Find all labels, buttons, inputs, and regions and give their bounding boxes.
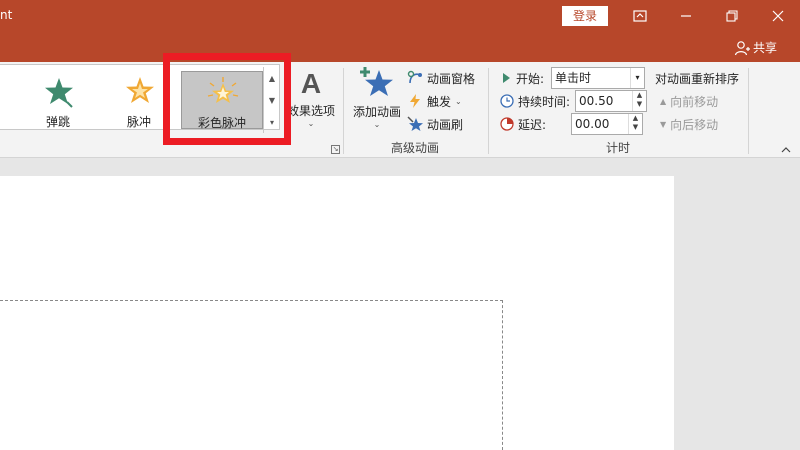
restore-icon [726, 10, 738, 22]
spin-arrows-icon[interactable]: ▲ ▼ [632, 91, 646, 111]
separator [488, 68, 489, 154]
delay-input[interactable]: 00.00 ▲ ▼ [571, 113, 643, 135]
animations-ribbon: 弹跳 脉冲 彩色脉冲 ▲ ▼ ▾ A 效果选项 ⌄ ↘ 添加动画 ⌄ 动画窗格 … [0, 62, 800, 158]
play-icon [503, 73, 510, 83]
effect-options-label: 效果选项 [286, 104, 335, 118]
minimize-button[interactable] [663, 0, 709, 32]
advanced-animation-group-label: 高级动画 [391, 141, 440, 155]
separator [748, 68, 749, 154]
trigger-button[interactable]: 触发 ⌄ [407, 90, 462, 112]
delay-clock-icon [500, 117, 514, 131]
collapse-ribbon-button[interactable] [780, 144, 794, 156]
start-dropdown[interactable]: 单击时 ▾ [551, 67, 645, 89]
triangle-up-icon: ▲ [660, 96, 667, 106]
close-icon [772, 10, 784, 22]
chevron-down-icon: ⌄ [373, 120, 381, 129]
chevron-up-icon [781, 147, 791, 153]
content-placeholder[interactable] [0, 300, 503, 450]
triangle-down-icon: ▼ [660, 119, 667, 129]
chevron-down-icon: ▾ [630, 68, 644, 88]
animation-pane-icon [407, 70, 422, 84]
start-label-row: 开始: [500, 67, 544, 89]
add-animation-button[interactable]: 添加动画 ⌄ [348, 66, 406, 138]
add-animation-star-icon [360, 67, 393, 96]
chevron-down-icon: ⌄ [307, 119, 315, 128]
animation-painter-button[interactable]: 动画刷 [407, 113, 463, 135]
effect-options-button[interactable]: A 效果选项 ⌄ [284, 68, 338, 140]
dialog-launcher-icon[interactable]: ↘ [331, 145, 340, 154]
gallery-item-label: 弹跳 [45, 115, 70, 129]
effect-options-icon: A [300, 68, 322, 99]
person-icon [734, 40, 750, 55]
duration-label-row: 持续时间: [500, 90, 570, 112]
highlight-box [163, 53, 291, 145]
share-label: 共享 [753, 41, 778, 55]
gallery-item-bounce[interactable]: 弹跳 [18, 71, 98, 129]
bounce-star-icon [45, 78, 73, 108]
title-bar: nt 登录 共享 [0, 0, 800, 62]
move-earlier-button[interactable]: ▲ 向前移动 [660, 90, 718, 112]
delay-label-row: 延迟: [500, 113, 546, 135]
close-button[interactable] [755, 0, 800, 32]
lightning-icon [410, 94, 420, 108]
animation-painter-icon [407, 116, 423, 131]
ribbon-display-options-button[interactable] [617, 0, 663, 32]
chevron-down-icon: ⌄ [455, 96, 462, 106]
timing-group-label: 计时 [606, 141, 631, 155]
restore-button[interactable] [709, 0, 755, 32]
duration-input[interactable]: 00.50 ▲ ▼ [575, 90, 647, 112]
minimize-icon [681, 15, 691, 17]
add-animation-label: 添加动画 [352, 105, 401, 119]
ribbon-display-icon [633, 10, 647, 22]
login-button[interactable]: 登录 [562, 6, 608, 26]
spin-arrows-icon[interactable]: ▲ ▼ [628, 114, 642, 134]
animation-pane-button[interactable]: 动画窗格 [407, 67, 475, 89]
reorder-animation-heading: 对动画重新排序 [655, 71, 740, 86]
clock-icon [500, 94, 514, 108]
app-title: nt [0, 8, 13, 22]
move-later-button[interactable]: ▼ 向后移动 [660, 113, 718, 135]
pulse-star-icon [126, 77, 154, 103]
separator [343, 68, 344, 154]
share-button[interactable]: 共享 [734, 39, 777, 56]
